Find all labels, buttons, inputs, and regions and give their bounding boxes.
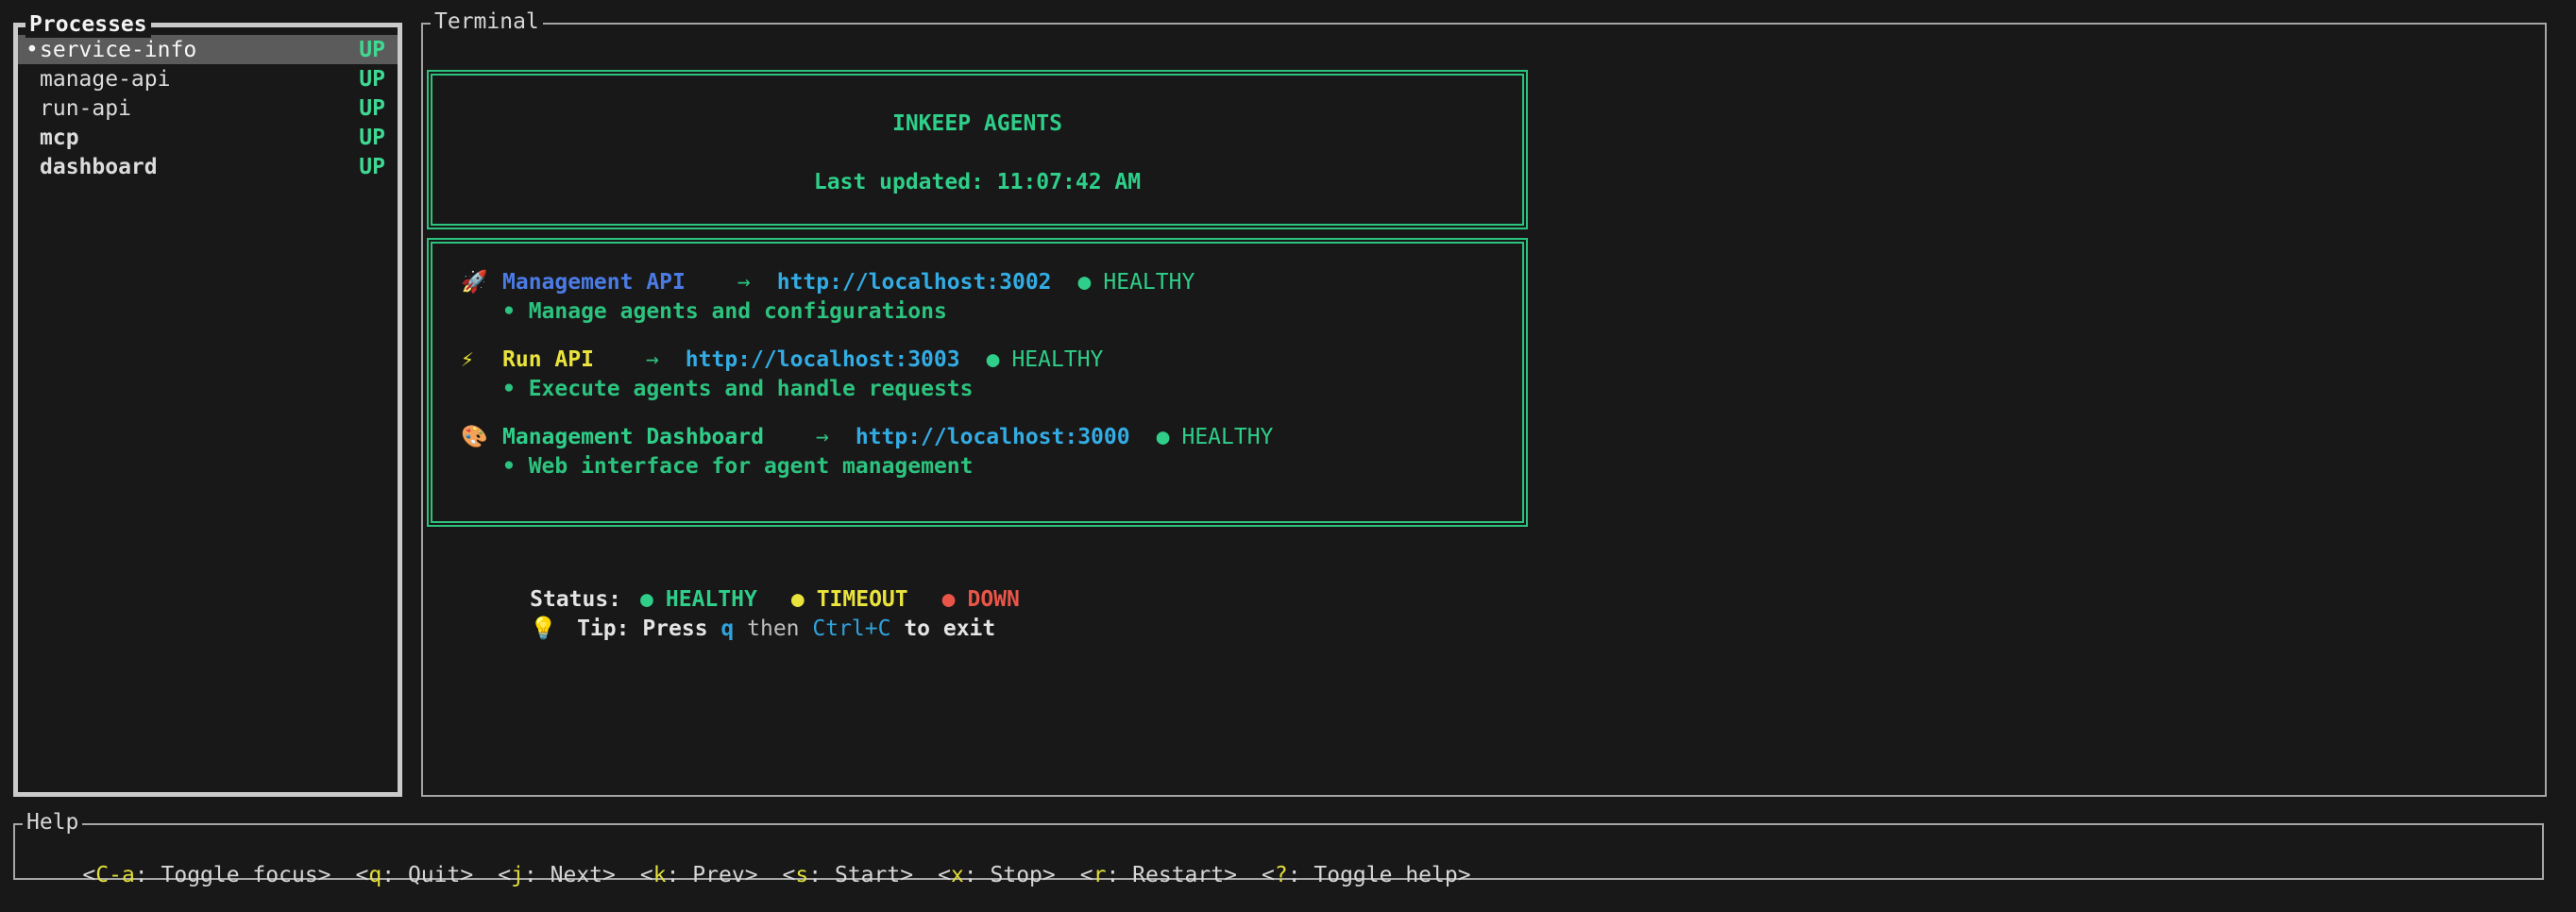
tip-key-q: q [720, 616, 734, 641]
shortcut-restart: <r: Restart> [1080, 863, 1237, 887]
service-row-run-api: ⚡ Run API → http://localhost:3003 ● HEAL… [461, 346, 1522, 404]
lightbulb-icon: 💡 [530, 615, 577, 644]
processes-panel: Processes • service-info UP manage-api U… [13, 23, 402, 797]
shortcut-prev: <k: Prev> [640, 863, 758, 887]
process-row-dashboard[interactable]: dashboard UP [18, 152, 398, 181]
shortcut-label: Stop [991, 863, 1042, 887]
process-name: service-info [40, 38, 196, 62]
terminal-panel: Terminal INKEEP AGENTS Last updated: 11:… [421, 23, 2547, 797]
shortcut-key: r [1093, 863, 1107, 887]
status-dot-icon: ● [1078, 268, 1092, 297]
process-name: manage-api [40, 67, 170, 92]
service-description: • Manage agents and configurations [502, 297, 1522, 327]
shortcut-label: Toggle focus [161, 863, 318, 887]
terminal-output: INKEEP AGENTS Last updated: 11:07:42 AM … [423, 25, 2545, 795]
service-status: HEALTHY [1181, 423, 1273, 452]
shortcut-key: ? [1275, 863, 1288, 887]
shortcut-stop: <x: Stop> [938, 863, 1056, 887]
help-panel: Help <C-a: Toggle focus><q: Quit><j: Nex… [13, 823, 2544, 880]
palette-icon: 🎨 [461, 423, 502, 452]
service-status: HEALTHY [1103, 268, 1195, 297]
process-status-badge: UP [359, 126, 385, 150]
arrow-icon: → [646, 346, 659, 375]
shortcut-key: s [795, 863, 808, 887]
selected-marker: • [25, 38, 40, 62]
shortcut-label: Prev [692, 863, 744, 887]
shortcut-next: <j: Next> [498, 863, 616, 887]
process-name: run-api [40, 96, 131, 121]
process-status-badge: UP [359, 155, 385, 179]
header-box: INKEEP AGENTS Last updated: 11:07:42 AM [427, 70, 1528, 229]
status-dot-icon: ● [1157, 423, 1170, 452]
service-row-management-api: 🚀 Management API → http://localhost:3002… [461, 268, 1522, 327]
shortcut-label: Restart [1132, 863, 1224, 887]
tip-suffix: to exit [890, 616, 995, 641]
help-shortcuts: <C-a: Toggle focus> <q: Quit> <j: Next> <k:… [15, 825, 2542, 912]
last-updated-text: Last updated: 11:07:42 AM [432, 168, 1522, 197]
shortcut-toggle-focus: <C-a: Toggle focus> [82, 863, 330, 887]
app-title: INKEEP AGENTS [432, 110, 1522, 139]
shortcut-label: Next [551, 863, 602, 887]
tip-key-ctrl-c: Ctrl+C [812, 616, 890, 641]
process-status-badge: UP [359, 96, 385, 121]
shortcut-toggle-help: <?: Toggle help> [1262, 863, 1471, 887]
service-url[interactable]: http://localhost:3003 [686, 346, 960, 375]
shortcut-key: k [653, 863, 667, 887]
shortcut-label: Start [835, 863, 900, 887]
arrow-icon: → [816, 423, 829, 452]
shortcut-label: Quit [408, 863, 460, 887]
shortcut-quit: <q: Quit> [356, 863, 474, 887]
service-name: Management Dashboard [502, 423, 764, 452]
process-row-run-api[interactable]: run-api UP [18, 93, 398, 123]
service-url[interactable]: http://localhost:3002 [777, 268, 1052, 297]
process-row-service-info[interactable]: • service-info UP [18, 35, 398, 64]
service-name: Management API [502, 268, 686, 297]
tip-line: 💡Tip: Press q then Ctrl+C to exit [451, 585, 995, 673]
tip-prefix: Tip: Press [577, 616, 720, 641]
process-row-manage-api[interactable]: manage-api UP [18, 64, 398, 93]
process-list: • service-info UP manage-api UP run-api … [18, 27, 398, 181]
service-name: Run API [502, 346, 594, 375]
arrow-icon: → [737, 268, 751, 297]
help-panel-title: Help [23, 809, 82, 836]
services-box: 🚀 Management API → http://localhost:3002… [427, 238, 1528, 527]
shortcut-label: Toggle help [1313, 863, 1457, 887]
lightning-icon: ⚡ [461, 346, 502, 375]
service-description: • Execute agents and handle requests [502, 375, 1522, 404]
status-dot-icon: ● [987, 346, 1000, 375]
shortcut-key: x [951, 863, 964, 887]
shortcut-key: j [511, 863, 524, 887]
process-status-badge: UP [359, 67, 385, 92]
service-url[interactable]: http://localhost:3000 [856, 423, 1130, 452]
process-name: dashboard [40, 155, 158, 179]
process-name: mcp [40, 126, 79, 150]
processes-panel-title: Processes [25, 11, 151, 38]
rocket-icon: 🚀 [461, 268, 502, 297]
tip-middle: then [734, 616, 812, 641]
process-row-mcp[interactable]: mcp UP [18, 123, 398, 152]
shortcut-key: C-a [95, 863, 135, 887]
service-description: • Web interface for agent management [502, 452, 1522, 481]
shortcut-key: q [368, 863, 381, 887]
process-status-badge: UP [359, 38, 385, 62]
service-row-management-dashboard: 🎨 Management Dashboard → http://localhos… [461, 423, 1522, 481]
shortcut-start: <s: Start> [783, 863, 914, 887]
service-status: HEALTHY [1011, 346, 1103, 375]
